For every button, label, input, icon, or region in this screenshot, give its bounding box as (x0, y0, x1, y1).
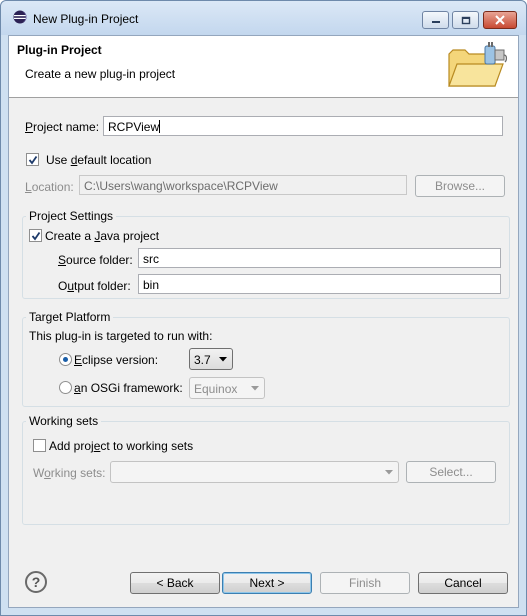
checkmark-icon (31, 231, 41, 241)
page-title: Plug-in Project (17, 43, 102, 57)
window-title: New Plug-in Project (33, 12, 139, 26)
target-platform-title: Target Platform (26, 310, 114, 324)
help-icon[interactable]: ? (25, 571, 47, 593)
browse-button[interactable]: Browse... (415, 175, 505, 197)
page-subtitle: Create a new plug-in project (25, 67, 176, 81)
eclipse-version-radio[interactable] (59, 353, 72, 366)
create-java-project-checkbox[interactable] (29, 229, 42, 242)
checkmark-icon (28, 155, 38, 165)
working-sets-label: Working sets: (33, 466, 106, 480)
osgi-framework-label[interactable]: an OSGi framework: (74, 381, 183, 395)
project-name-label: Project name: (25, 120, 100, 134)
source-folder-input[interactable]: src (138, 248, 501, 268)
target-platform-description: This plug-in is targeted to run with: (29, 329, 213, 343)
minimize-icon (431, 21, 440, 23)
eclipse-version-value: 3.7 (194, 353, 211, 367)
source-folder-label: Source folder: (58, 253, 133, 267)
working-sets-select[interactable] (110, 461, 399, 483)
chevron-down-icon (219, 357, 227, 362)
project-name-input[interactable]: RCPView (103, 116, 503, 136)
folder-plug-icon (445, 40, 509, 92)
dialog-window: New Plug-in Project Plug-in Project Crea… (0, 0, 527, 616)
cancel-button[interactable]: Cancel (418, 572, 508, 594)
eclipse-version-label[interactable]: Eclipse version: (74, 353, 158, 367)
output-folder-label: Output folder: (58, 279, 131, 293)
add-to-working-sets-checkbox[interactable] (33, 439, 46, 452)
next-button[interactable]: Next > (222, 572, 312, 594)
close-window-button[interactable] (483, 11, 517, 29)
title-bar[interactable]: New Plug-in Project (1, 1, 526, 35)
osgi-framework-radio[interactable] (59, 381, 72, 394)
location-input[interactable]: C:\Users\wang\workspace\RCPView (79, 175, 407, 195)
eclipse-icon (13, 10, 27, 24)
eclipse-version-select[interactable]: 3.7 (189, 348, 233, 370)
project-settings-title: Project Settings (26, 209, 117, 223)
wizard-banner: Plug-in Project Create a new plug-in pro… (9, 36, 518, 98)
finish-button[interactable]: Finish (320, 572, 410, 594)
maximize-icon (461, 16, 470, 24)
maximize-button[interactable] (452, 11, 479, 29)
osgi-framework-value: Equinox (194, 382, 238, 396)
osgi-framework-select[interactable]: Equinox (189, 377, 265, 399)
close-icon (495, 15, 505, 25)
add-to-working-sets-label[interactable]: Add project to working sets (49, 439, 193, 453)
dialog-client: Plug-in Project Create a new plug-in pro… (8, 35, 519, 608)
create-java-project-label[interactable]: Create a Java project (45, 229, 159, 243)
radio-dot (63, 357, 68, 362)
chevron-down-icon (385, 470, 393, 475)
minimize-button[interactable] (422, 11, 449, 29)
use-default-location-label[interactable]: Use default location (46, 153, 151, 167)
location-label: Location: (25, 180, 74, 194)
use-default-location-checkbox[interactable] (26, 153, 39, 166)
chevron-down-icon (251, 386, 259, 391)
back-button[interactable]: < Back (130, 572, 220, 594)
output-folder-input[interactable]: bin (138, 274, 501, 294)
working-sets-title: Working sets (26, 414, 102, 428)
select-working-sets-button[interactable]: Select... (406, 461, 496, 483)
